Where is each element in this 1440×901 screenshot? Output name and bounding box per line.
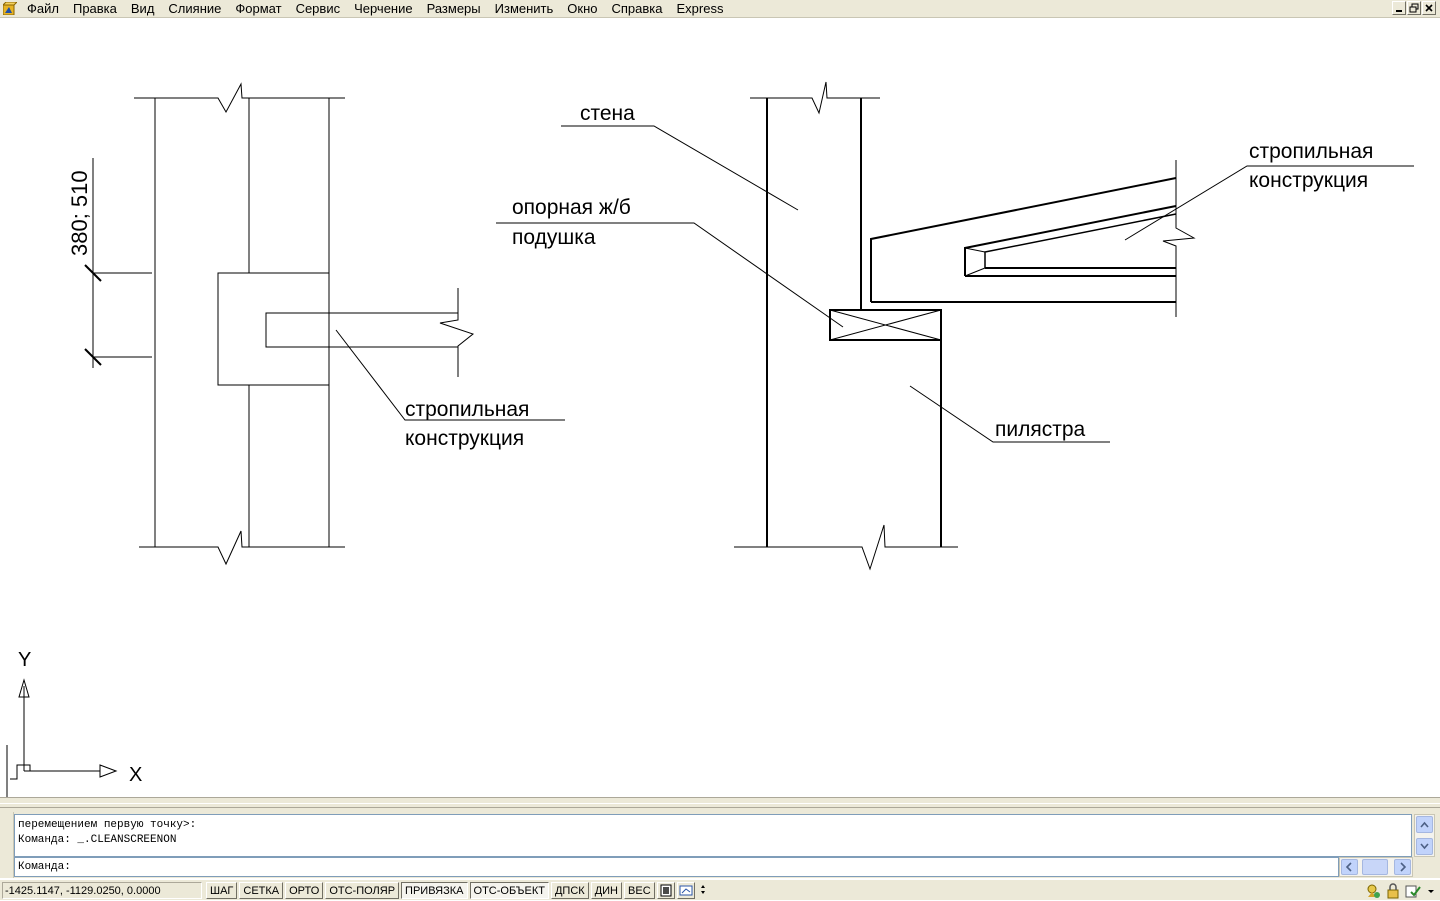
- command-window-splitter[interactable]: [0, 797, 1440, 812]
- dimension-text: 380; 510: [67, 170, 92, 256]
- history-line: перемещением первую точку>:: [18, 819, 197, 831]
- coordinates-readout[interactable]: -1425.1147, -1129.0250, 0.0000: [2, 882, 202, 899]
- lock-icon[interactable]: [1386, 882, 1400, 899]
- toggle-lwt[interactable]: ВЕС: [624, 882, 655, 899]
- scroll-up-button[interactable]: [1416, 816, 1433, 833]
- minimize-icon[interactable]: [1392, 1, 1406, 15]
- scroll-right-button[interactable]: [1394, 859, 1411, 875]
- command-input[interactable]: Команда:: [14, 857, 1339, 877]
- right-rafter-label-line1: стропильная: [1249, 140, 1373, 163]
- menu-item-7[interactable]: Размеры: [420, 0, 488, 18]
- toggle-polar[interactable]: ОТС-ПОЛЯР: [325, 882, 400, 899]
- left-rafter-label-line2: конструкция: [405, 427, 524, 450]
- model-space-icon[interactable]: [656, 882, 675, 899]
- menu-item-2[interactable]: Вид: [124, 0, 162, 18]
- command-window-handle[interactable]: [0, 812, 14, 878]
- toggle-otrack[interactable]: ОТС-ОБЪЕКТ: [469, 882, 549, 899]
- menu-item-5[interactable]: Сервис: [289, 0, 348, 18]
- communication-center-icon[interactable]: [1365, 883, 1381, 899]
- toggle-grid[interactable]: СЕТКА: [239, 882, 284, 899]
- menu-item-10[interactable]: Справка: [605, 0, 670, 18]
- menu-item-4[interactable]: Формат: [228, 0, 288, 18]
- toggle-snap[interactable]: ШАГ: [206, 882, 238, 899]
- wall-label: стена: [580, 102, 635, 125]
- pilaster-label: пилястра: [995, 418, 1086, 441]
- command-horizontal-scrollbar[interactable]: [1339, 857, 1413, 877]
- history-line: Команда: _.CLEANSCREENON: [18, 834, 177, 846]
- toggle-ducs[interactable]: ДПСК: [550, 882, 589, 899]
- restore-icon[interactable]: [1407, 1, 1421, 15]
- ucs-icon: [6, 678, 118, 797]
- scroll-down-button[interactable]: [1416, 838, 1433, 855]
- scroll-thumb[interactable]: [1362, 859, 1388, 875]
- ucs-x-label: X: [129, 764, 142, 786]
- viewport-icon[interactable]: [676, 882, 695, 899]
- command-window: перемещением первую точку>: Команда: _.C…: [0, 812, 1440, 878]
- left-rafter-label-line1: стропильная: [405, 398, 529, 421]
- menu-item-3[interactable]: Слияние: [161, 0, 228, 18]
- toggle-ortho[interactable]: ОРТО: [285, 882, 324, 899]
- window-controls: [1392, 1, 1436, 15]
- menu-item-6[interactable]: Черчение: [347, 0, 420, 18]
- menu-item-8[interactable]: Изменить: [488, 0, 561, 18]
- drawing-canvas[interactable]: 380; 510 стропильная конструкция стена о…: [0, 19, 1440, 797]
- command-prompt: Команда:: [18, 861, 71, 873]
- validation-icon[interactable]: [1405, 883, 1421, 899]
- menu-bar: Файл Правка Вид Слияние Формат Сервис Черчение…: [0, 0, 1440, 18]
- menu-item-11[interactable]: Express: [670, 0, 731, 18]
- tray-menu-arrow-icon[interactable]: [1426, 883, 1436, 899]
- command-history: перемещением первую точку>: Команда: _.C…: [14, 814, 1412, 857]
- dimension-380-510: [84, 158, 152, 368]
- scroll-left-button[interactable]: [1341, 859, 1358, 875]
- menu-item-9[interactable]: Окно: [560, 0, 604, 18]
- ucs-y-label: Y: [18, 649, 31, 671]
- history-scrollbar[interactable]: [1414, 814, 1435, 857]
- status-bar: -1425.1147, -1129.0250, 0.0000 ШАГ СЕТКА…: [0, 879, 1440, 900]
- pad-label-line1: опорная ж/б: [512, 196, 631, 219]
- close-icon[interactable]: [1422, 1, 1436, 15]
- drafting-toggles: ШАГ СЕТКА ОРТО ОТС-ПОЛЯР ПРИВЯЗКА ОТС-ОБ…: [206, 882, 709, 899]
- menu-item-0[interactable]: Файл: [20, 0, 66, 18]
- splitter-grip: [0, 803, 1440, 808]
- menu-item-1[interactable]: Правка: [66, 0, 124, 18]
- menu-items: Файл Правка Вид Слияние Формат Сервис Черчение…: [20, 0, 730, 18]
- tray-icons: [1365, 882, 1436, 899]
- status-menu-arrow-icon[interactable]: [697, 882, 709, 899]
- left-wall-plan: [134, 82, 565, 566]
- right-rafter-label-line2: конструкция: [1249, 169, 1368, 192]
- toggle-osnap[interactable]: ПРИВЯЗКА: [401, 882, 468, 899]
- pad-label-line2: подушка: [512, 226, 596, 249]
- toggle-dyn[interactable]: ДИН: [590, 882, 623, 899]
- autocad-app-icon[interactable]: [1, 1, 19, 16]
